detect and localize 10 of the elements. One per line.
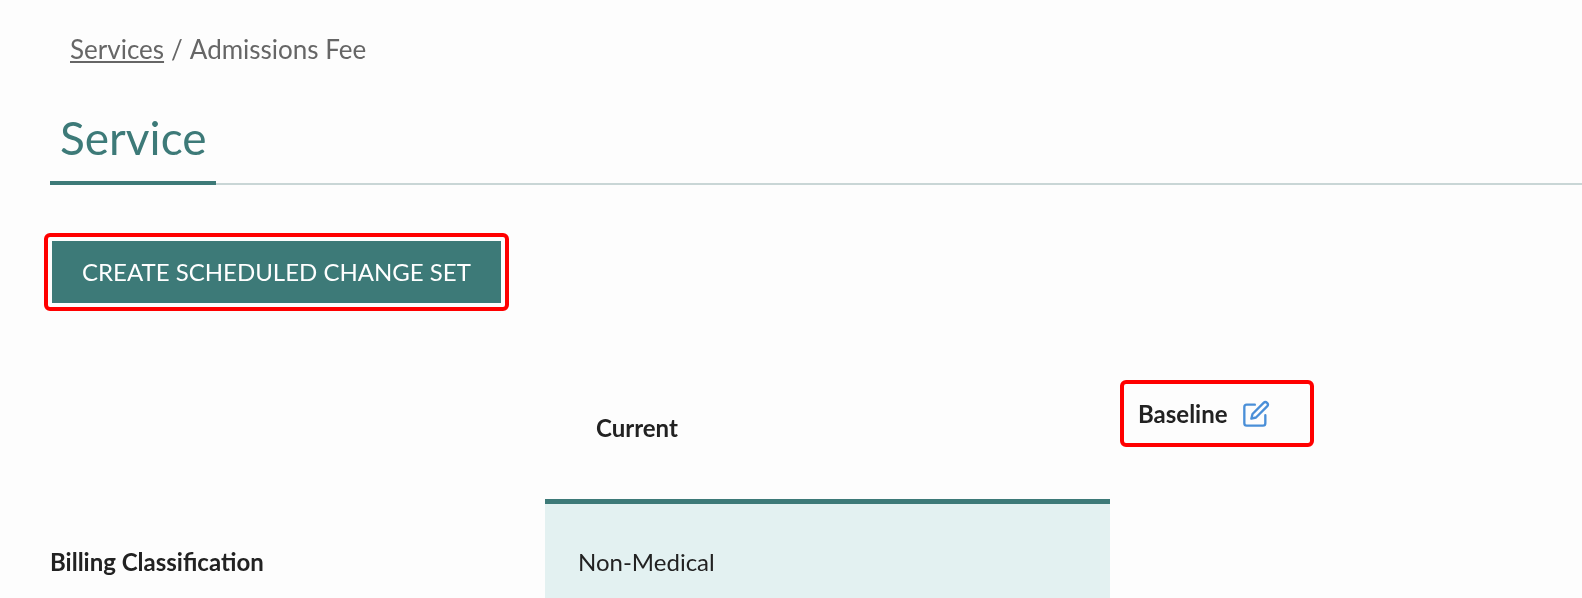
breadcrumb-link[interactable]: Services [70, 30, 165, 69]
breadcrumb-current: Admissions Fee [189, 32, 367, 67]
breadcrumb-separator: / [171, 32, 183, 67]
column-header: Current [596, 411, 678, 444]
row-label: Billing Classification [50, 545, 264, 578]
create-change-set-button[interactable]: CREATE SCHEDULED CHANGE SET [52, 241, 501, 303]
page-heading: Service [50, 111, 217, 185]
column-header: Baseline [1138, 397, 1228, 430]
table-cell: Non-Medical [545, 504, 1110, 598]
edit-icon[interactable] [1241, 399, 1270, 428]
